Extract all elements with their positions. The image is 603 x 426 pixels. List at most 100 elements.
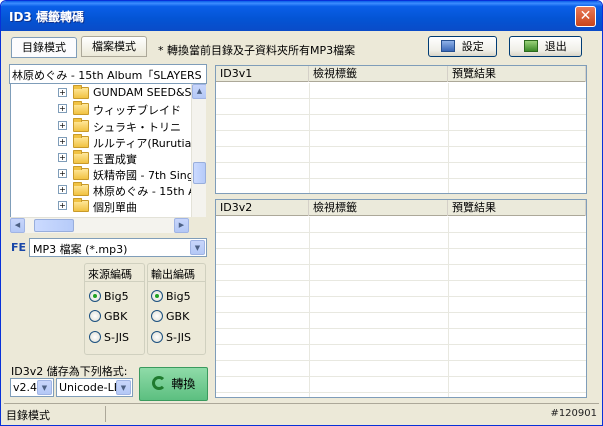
tab-folder-mode[interactable]: 目錄模式 [11, 37, 77, 58]
convert-label: 轉換 [171, 377, 196, 391]
chevron-down-icon[interactable]: ▼ [116, 380, 131, 395]
expand-icon[interactable]: + [58, 153, 67, 162]
title-bar[interactable]: ID3 標籤轉碼 ✕ [1, 1, 602, 31]
folder-icon [73, 85, 89, 99]
output-encoding-title-underline [147, 281, 206, 282]
tree-item[interactable]: + ルルティア(Rurutia [11, 134, 191, 150]
expand-icon[interactable]: + [58, 137, 67, 146]
expand-icon[interactable]: + [58, 104, 67, 113]
source-gbk-label: GBK [104, 310, 128, 323]
expand-icon[interactable]: + [58, 201, 67, 210]
exit-label: 退出 [544, 40, 567, 53]
expand-icon[interactable]: + [58, 185, 67, 194]
column-divider [309, 83, 310, 193]
tree-item[interactable]: + 個別單曲 [11, 198, 191, 214]
scrollbar-corner [190, 217, 206, 233]
status-divider [105, 406, 106, 422]
tree-item-label: 個別單曲 [93, 201, 137, 214]
id3-version-select[interactable]: v2.4 ▼ [10, 378, 54, 397]
tree-item-label: ウィッチブレイド [93, 104, 181, 117]
close-button[interactable]: ✕ [575, 6, 596, 27]
folder-icon [73, 150, 89, 164]
output-sjis-label: S-JIS [166, 331, 192, 344]
refresh-icon [151, 376, 166, 390]
source-gbk-radio[interactable] [89, 310, 101, 322]
tree-item[interactable]: + シュラキ・トリニ [11, 118, 191, 134]
folder-icon [73, 101, 89, 115]
output-gbk-label: GBK [166, 310, 190, 323]
id3v1-table[interactable]: ID3v1 檢視標籤 預覽結果 [215, 65, 587, 194]
tree-item-label: シュラキ・トリニ [93, 121, 181, 134]
chevron-down-icon[interactable]: ▼ [37, 380, 52, 395]
source-encoding-title: 來源編碼 [88, 268, 132, 281]
tree-horizontal-scrollbar[interactable]: ◀ ▶ [10, 217, 189, 233]
expand-icon[interactable]: + [58, 121, 67, 130]
text-encoding-value: Unicode-LE [59, 381, 121, 394]
column-header[interactable]: 預覽結果 [448, 200, 586, 216]
scroll-up-icon[interactable]: ▲ [192, 84, 206, 99]
expand-icon[interactable]: + [58, 88, 67, 97]
tree-item[interactable]: + 妖精帝國 - 7th Sing [11, 166, 191, 182]
id3v1-table-header: ID3v1 檢視標籤 預覽結果 [216, 66, 586, 82]
column-header[interactable]: 檢視標籤 [309, 66, 448, 82]
column-header[interactable]: 預覽結果 [448, 66, 586, 82]
filter-prefix: FE [11, 241, 27, 254]
column-divider [448, 217, 449, 397]
output-gbk-radio[interactable] [151, 310, 163, 322]
scroll-thumb[interactable] [193, 162, 206, 184]
tab-file-mode-label: 檔案模式 [92, 40, 136, 53]
source-big5-radio[interactable] [89, 290, 101, 302]
tree-vertical-scrollbar[interactable]: ▲ [191, 84, 206, 217]
scroll-right-icon[interactable]: ▶ [174, 218, 189, 233]
source-encoding-title-underline [84, 281, 145, 282]
output-encoding-title: 輸出編碼 [151, 268, 195, 281]
settings-label: 設定 [461, 40, 484, 53]
app-window: ID3 標籤轉碼 ✕ 目錄模式 檔案模式 * 轉換當前目錄及子資料夾所有MP3檔… [0, 0, 603, 426]
status-text: 目錄模式 [6, 409, 50, 422]
column-header[interactable]: ID3v2 [216, 200, 309, 216]
id3v1-table-body[interactable] [216, 83, 586, 193]
column-header[interactable]: ID3v1 [216, 66, 309, 82]
exit-button[interactable]: 退出 [509, 36, 582, 57]
save-format-label: ID3v2 儲存為下列格式: [11, 365, 128, 378]
column-header[interactable]: 檢視標籤 [309, 200, 448, 216]
id3v2-table-body[interactable] [216, 217, 586, 397]
file-filter-select[interactable]: MP3 檔案 (*.mp3) ▼ [29, 238, 207, 257]
tab-folder-mode-label: 目錄模式 [22, 41, 66, 54]
folder-icon [73, 166, 89, 180]
convert-button[interactable]: 轉換 [139, 367, 208, 401]
tree-item-label: 玉置成實 [93, 153, 137, 166]
settings-icon [441, 40, 456, 52]
text-encoding-select[interactable]: Unicode-LE ▼ [56, 378, 133, 397]
path-field-text: 林原めぐみ - 15th Album「SLAYERS ス [12, 69, 207, 82]
tree-item-label: GUNDAM SEED&SEED [93, 86, 191, 99]
tab-file-mode[interactable]: 檔案模式 [81, 36, 147, 57]
tree-item[interactable]: + GUNDAM SEED&SEED [11, 85, 191, 101]
folder-icon [73, 134, 89, 148]
close-icon: ✕ [579, 8, 592, 24]
folder-tree[interactable]: + GUNDAM SEED&SEED + ウィッチブレイド + シュラキ・トリニ… [10, 84, 206, 217]
output-big5-radio[interactable] [151, 290, 163, 302]
window-title: ID3 標籤轉碼 [9, 10, 84, 24]
tree-item[interactable]: + 玉置成實 [11, 150, 191, 166]
settings-button[interactable]: 設定 [428, 36, 497, 57]
id3-version-value: v2.4 [13, 381, 38, 394]
output-sjis-radio[interactable] [151, 331, 163, 343]
file-filter-value: MP3 檔案 (*.mp3) [33, 243, 128, 256]
tree-item-label: ルルティア(Rurutia [93, 137, 191, 150]
scroll-left-icon[interactable]: ◀ [10, 218, 25, 233]
id3v2-table[interactable]: ID3v2 檢視標籤 預覽結果 [215, 199, 587, 398]
path-field[interactable]: 林原めぐみ - 15th Album「SLAYERS ス [9, 64, 207, 84]
exit-icon [524, 40, 539, 52]
source-big5-label: Big5 [104, 290, 129, 303]
status-bar: 目錄模式 #120901 [4, 403, 599, 423]
scroll-thumb-horizontal[interactable] [34, 219, 74, 232]
chevron-down-icon[interactable]: ▼ [190, 240, 205, 255]
tree-item-selected[interactable]: + 林原めぐみ - 15th A [11, 182, 191, 198]
folder-icon [73, 198, 89, 212]
expand-icon[interactable]: + [58, 169, 67, 178]
source-sjis-radio[interactable] [89, 331, 101, 343]
tree-item-label: 妖精帝國 - 7th Sing [93, 169, 191, 182]
column-divider [448, 83, 449, 193]
tree-item[interactable]: + ウィッチブレイド [11, 101, 191, 117]
